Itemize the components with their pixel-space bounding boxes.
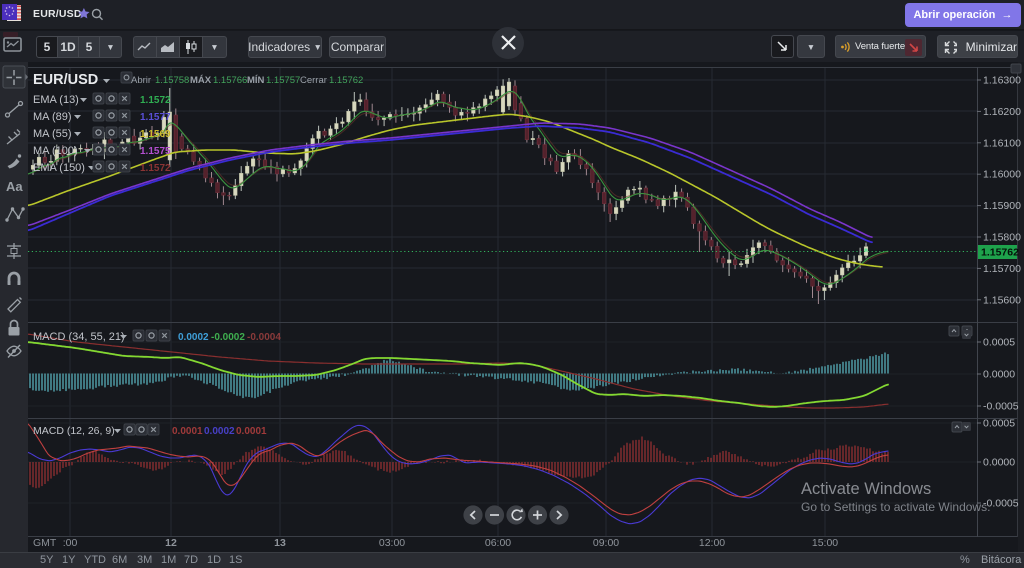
svg-text:-0.0004: -0.0004 bbox=[247, 332, 281, 343]
svg-text:-0.0005: -0.0005 bbox=[983, 401, 1019, 413]
svg-text:09:00: 09:00 bbox=[593, 537, 619, 549]
svg-text:1.15800: 1.15800 bbox=[983, 232, 1021, 244]
svg-text:1.15766: 1.15766 bbox=[213, 75, 247, 86]
svg-text:1.16300: 1.16300 bbox=[983, 75, 1021, 87]
svg-text:0.0005: 0.0005 bbox=[983, 337, 1015, 349]
svg-text:Cerrar: Cerrar bbox=[300, 75, 327, 86]
svg-text:0.0000: 0.0000 bbox=[983, 457, 1015, 469]
svg-text:0.0000: 0.0000 bbox=[983, 369, 1015, 381]
svg-text:1.1572: 1.1572 bbox=[140, 163, 171, 174]
svg-text:0.0005: 0.0005 bbox=[983, 418, 1015, 430]
svg-text:03:00: 03:00 bbox=[379, 537, 405, 549]
svg-text:MACD (34, 55, 21): MACD (34, 55, 21) bbox=[33, 331, 125, 343]
svg-text:0.0002: 0.0002 bbox=[178, 332, 209, 343]
svg-text:12: 12 bbox=[165, 537, 177, 549]
svg-text:EMA (13): EMA (13) bbox=[33, 94, 79, 106]
svg-text:0.0001: 0.0001 bbox=[236, 426, 267, 437]
svg-text:06:00: 06:00 bbox=[485, 537, 511, 549]
svg-text:MÍN: MÍN bbox=[247, 75, 265, 86]
svg-text:MA (100): MA (100) bbox=[33, 145, 78, 157]
svg-text:1.15762: 1.15762 bbox=[329, 75, 363, 86]
svg-text:1.15762: 1.15762 bbox=[981, 247, 1019, 259]
svg-text:EMA (150): EMA (150) bbox=[33, 162, 85, 174]
svg-text:Abrir: Abrir bbox=[131, 75, 151, 86]
svg-text:Activate Windows: Activate Windows bbox=[801, 480, 931, 498]
svg-text:13: 13 bbox=[274, 537, 286, 549]
svg-text:MÁX: MÁX bbox=[190, 75, 212, 86]
svg-text:1.16000: 1.16000 bbox=[983, 169, 1021, 181]
svg-text:1.15758: 1.15758 bbox=[155, 75, 189, 86]
svg-text:MACD (12, 26, 9): MACD (12, 26, 9) bbox=[33, 425, 115, 437]
svg-text:-0.0002: -0.0002 bbox=[211, 332, 245, 343]
svg-text:0.0001: 0.0001 bbox=[172, 426, 203, 437]
svg-text:EUR/USD: EUR/USD bbox=[33, 72, 98, 88]
svg-text:1.15700: 1.15700 bbox=[983, 263, 1021, 275]
svg-text:1.15600: 1.15600 bbox=[983, 294, 1021, 306]
svg-text:1.1577: 1.1577 bbox=[140, 112, 171, 123]
svg-text:MA (89): MA (89) bbox=[33, 111, 72, 123]
svg-text:1.16100: 1.16100 bbox=[983, 137, 1021, 149]
svg-text:1.1575: 1.1575 bbox=[140, 146, 171, 157]
svg-text:Go to Settings to activate Win: Go to Settings to activate Windows. bbox=[801, 500, 990, 514]
svg-text:1.15900: 1.15900 bbox=[983, 200, 1021, 212]
svg-text:Aa: Aa bbox=[6, 179, 23, 194]
svg-text:1.1569: 1.1569 bbox=[140, 129, 171, 140]
svg-text:12:00: 12:00 bbox=[699, 537, 725, 549]
svg-text:GMT: GMT bbox=[33, 537, 57, 549]
svg-text:MA (55): MA (55) bbox=[33, 128, 72, 140]
svg-text:1.15757: 1.15757 bbox=[266, 75, 300, 86]
svg-text:1.1572: 1.1572 bbox=[140, 95, 171, 106]
svg-text:0.0002: 0.0002 bbox=[204, 426, 235, 437]
svg-text::00: :00 bbox=[63, 537, 78, 549]
svg-text:1.16200: 1.16200 bbox=[983, 106, 1021, 118]
svg-text:15:00: 15:00 bbox=[812, 537, 838, 549]
